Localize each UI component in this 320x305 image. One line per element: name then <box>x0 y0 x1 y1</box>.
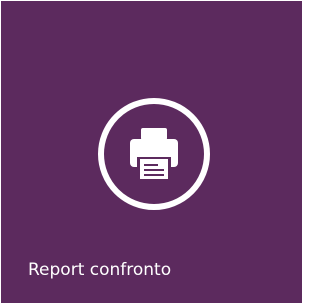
tile-label: Report confronto <box>28 260 172 280</box>
printer-icon <box>95 95 213 213</box>
report-confronto-tile[interactable]: Report confronto <box>1 1 302 303</box>
